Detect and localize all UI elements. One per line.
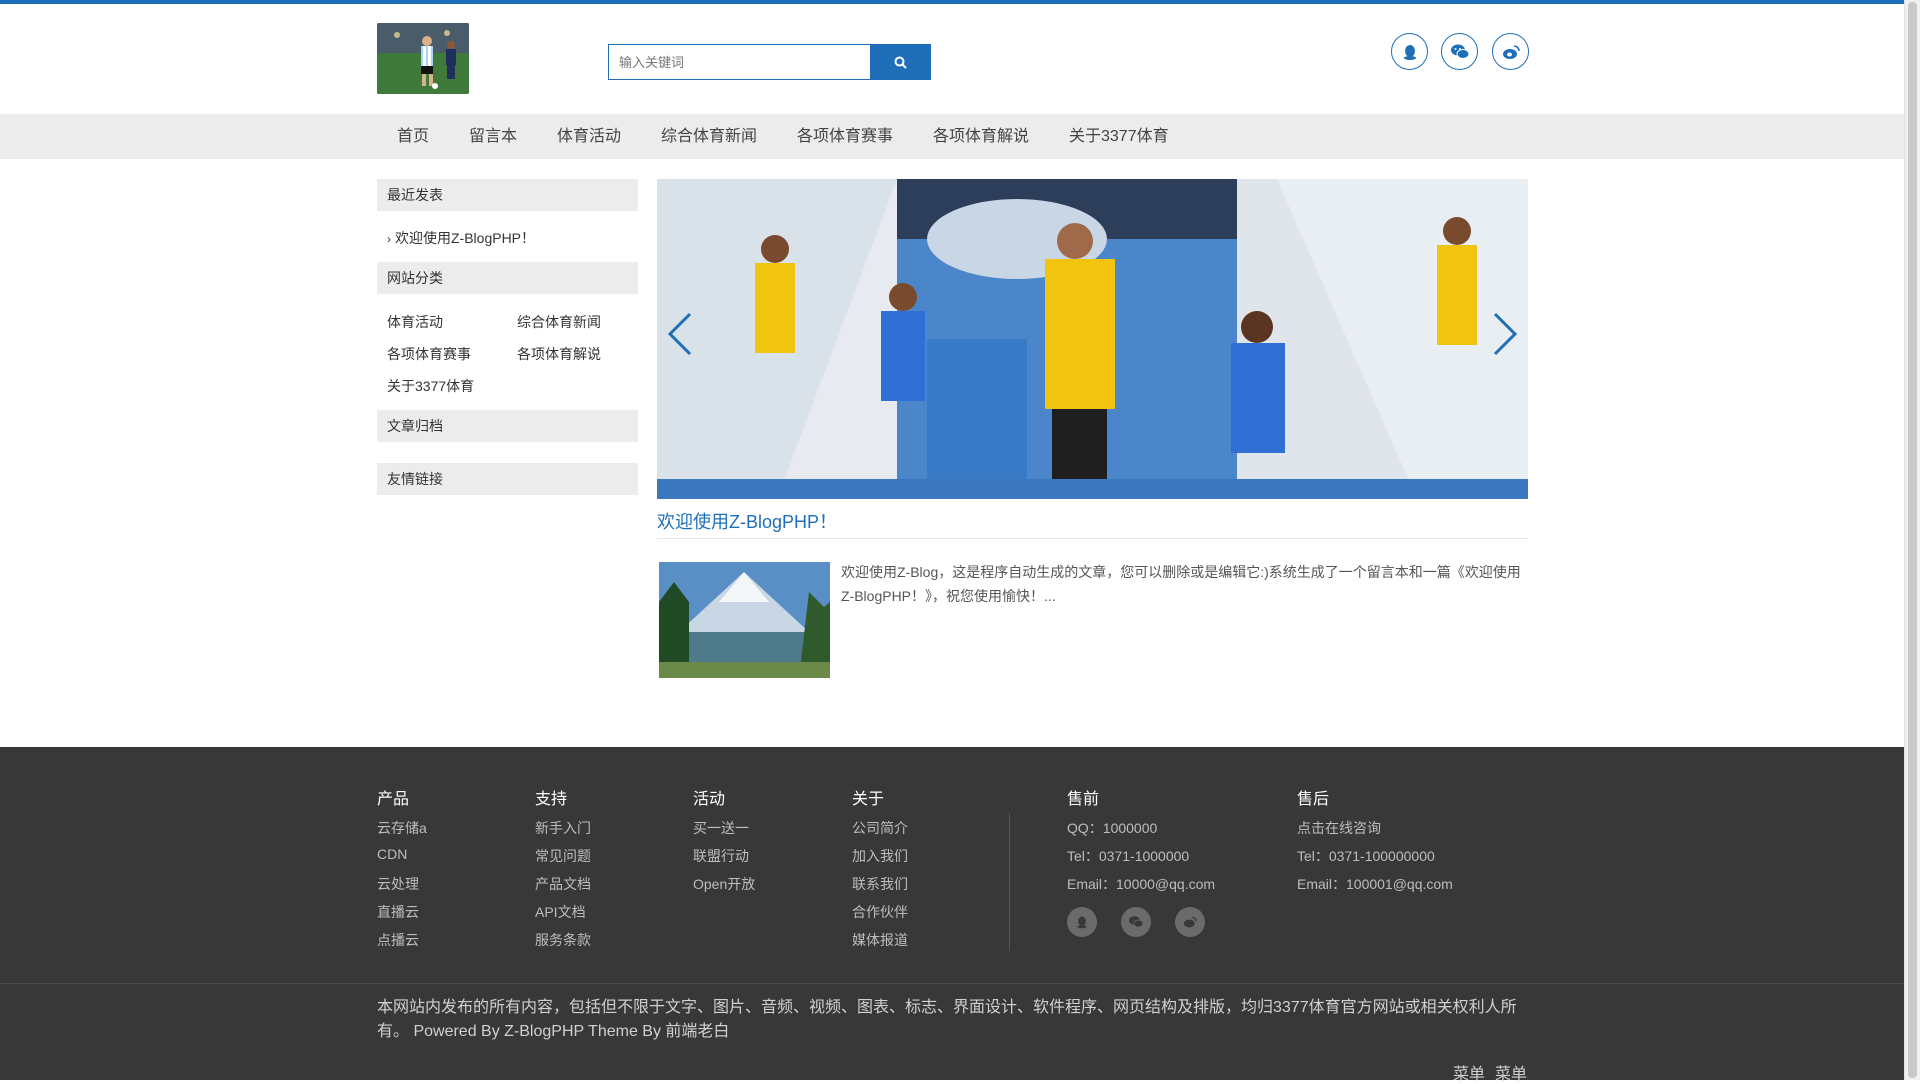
- bottom-menu-link[interactable]: 菜单: [1495, 1060, 1527, 1084]
- wechat-button[interactable]: [1441, 33, 1478, 70]
- footer-presale-email: Email：10000@qq.com: [1067, 876, 1216, 892]
- qq-icon: [1077, 916, 1087, 929]
- footer-link[interactable]: 联系我们: [852, 874, 908, 894]
- footer-link[interactable]: 常见问题: [535, 846, 591, 866]
- site-logo[interactable]: [377, 23, 469, 94]
- sidebar-category-item[interactable]: 综合体育新闻: [517, 312, 601, 332]
- footer-link[interactable]: 加入我们: [852, 846, 908, 866]
- footer-col-title: 关于: [852, 791, 885, 808]
- footer-col-title: 支持: [535, 791, 568, 808]
- qq-button[interactable]: [1391, 33, 1428, 70]
- chevron-right-icon: ›: [387, 232, 391, 246]
- post-excerpt: 欢迎使用Z-Blog，这是程序自动生成的文章，您可以删除或是编辑它:)系统生成了…: [841, 564, 1521, 604]
- chevron-left-icon: [667, 312, 692, 356]
- nav-item-home[interactable]: 首页: [397, 114, 429, 159]
- sidebar-recent-item[interactable]: › 欢迎使用Z-BlogPHP！: [387, 228, 535, 248]
- footer-link[interactable]: 新手入门: [535, 818, 591, 838]
- post-title[interactable]: 欢迎使用Z-BlogPHP！: [657, 508, 837, 534]
- footer-link[interactable]: 直播云: [377, 902, 419, 922]
- search-icon: [894, 56, 907, 69]
- footer-col-title: 活动: [693, 791, 726, 808]
- footer-online-consult-link[interactable]: 点击在线咨询: [1297, 818, 1381, 838]
- slide-image: [657, 179, 1528, 499]
- bottom-menu-link[interactable]: 菜单: [1453, 1060, 1485, 1084]
- footer-divider: [1009, 813, 1010, 951]
- footer-aftersale-email: Email：100001@qq.com: [1297, 876, 1453, 892]
- footer-weibo-button[interactable]: [1175, 907, 1205, 937]
- sidebar-archive-title: 文章归档: [377, 410, 638, 442]
- scrollbar[interactable]: [1904, 0, 1920, 1080]
- weibo-icon: [1183, 916, 1197, 928]
- post-thumbnail[interactable]: [659, 562, 830, 678]
- nav-item-sports-events[interactable]: 各项体育赛事: [797, 114, 893, 159]
- chevron-right-icon: [1493, 312, 1518, 356]
- qq-icon: [1403, 44, 1416, 60]
- sidebar-category-item[interactable]: 各项体育赛事: [387, 344, 471, 364]
- footer-link[interactable]: 云处理: [377, 874, 419, 894]
- sidebar-category-item[interactable]: 各项体育解说: [517, 344, 601, 364]
- weibo-icon: [1502, 44, 1520, 59]
- footer-link[interactable]: 点播云: [377, 930, 419, 950]
- footer-divider: [0, 983, 1905, 984]
- footer-link[interactable]: CDN: [377, 846, 407, 862]
- main-nav: 首页 留言本 体育活动 综合体育新闻 各项体育赛事 各项体育解说 关于3377体…: [0, 114, 1905, 159]
- footer-wechat-button[interactable]: [1121, 907, 1151, 937]
- footer-link[interactable]: 服务条款: [535, 930, 591, 950]
- footer-col-title: 产品: [377, 791, 410, 808]
- footer-link[interactable]: 联盟行动: [693, 846, 749, 866]
- wechat-icon: [1129, 916, 1144, 928]
- sidebar-links-title: 友情链接: [377, 463, 638, 495]
- sidebar-category-item[interactable]: 体育活动: [387, 312, 443, 332]
- footer-link[interactable]: 合作伙伴: [852, 902, 908, 922]
- footer-link[interactable]: 买一送一: [693, 818, 749, 838]
- sidebar-category-item[interactable]: 关于3377体育: [387, 376, 474, 396]
- sidebar-recent-item-label: 欢迎使用Z-BlogPHP！: [395, 230, 536, 246]
- nav-item-sports-activities[interactable]: 体育活动: [557, 114, 621, 159]
- sidebar-categories-title: 网站分类: [377, 262, 638, 294]
- nav-item-sports-news[interactable]: 综合体育新闻: [661, 114, 757, 159]
- copyright-text: 本网站内发布的所有内容，包括但不限于文字、图片、音频、视频、图表、标志、界面设计…: [377, 999, 1517, 1040]
- footer-link[interactable]: 云存储a: [377, 818, 427, 838]
- footer-link[interactable]: 公司简介: [852, 818, 908, 838]
- footer-link[interactable]: 媒体报道: [852, 930, 908, 950]
- top-accent-line: [0, 0, 1905, 4]
- footer-presale-tel: Tel：0371-1000000: [1067, 848, 1190, 864]
- footer-qq-button[interactable]: [1067, 907, 1097, 937]
- footer-aftersale-tel: Tel：0371-100000000: [1297, 848, 1435, 864]
- search-input[interactable]: [608, 44, 871, 80]
- nav-item-about[interactable]: 关于3377体育: [1069, 114, 1169, 159]
- image-slider[interactable]: [657, 179, 1528, 499]
- weibo-button[interactable]: [1492, 33, 1529, 70]
- footer-link[interactable]: API文档: [535, 902, 586, 922]
- footer-presale-title: 售前: [1067, 791, 1100, 808]
- nav-item-guestbook[interactable]: 留言本: [469, 114, 517, 159]
- footer-aftersale-title: 售后: [1297, 791, 1330, 808]
- divider: [657, 538, 1528, 539]
- sidebar-recent-title: 最近发表: [377, 179, 638, 211]
- footer-presale-qq: QQ：1000000: [1067, 820, 1158, 836]
- scrollbar-thumb[interactable]: [1908, 2, 1917, 1078]
- slider-next-arrow[interactable]: [1491, 310, 1519, 358]
- nav-item-sports-commentary[interactable]: 各项体育解说: [933, 114, 1029, 159]
- footer-link[interactable]: Open开放: [693, 874, 755, 894]
- wechat-icon: [1450, 44, 1469, 59]
- search-button[interactable]: [870, 44, 931, 80]
- slider-prev-arrow[interactable]: [666, 310, 694, 358]
- footer-link[interactable]: 产品文档: [535, 874, 591, 894]
